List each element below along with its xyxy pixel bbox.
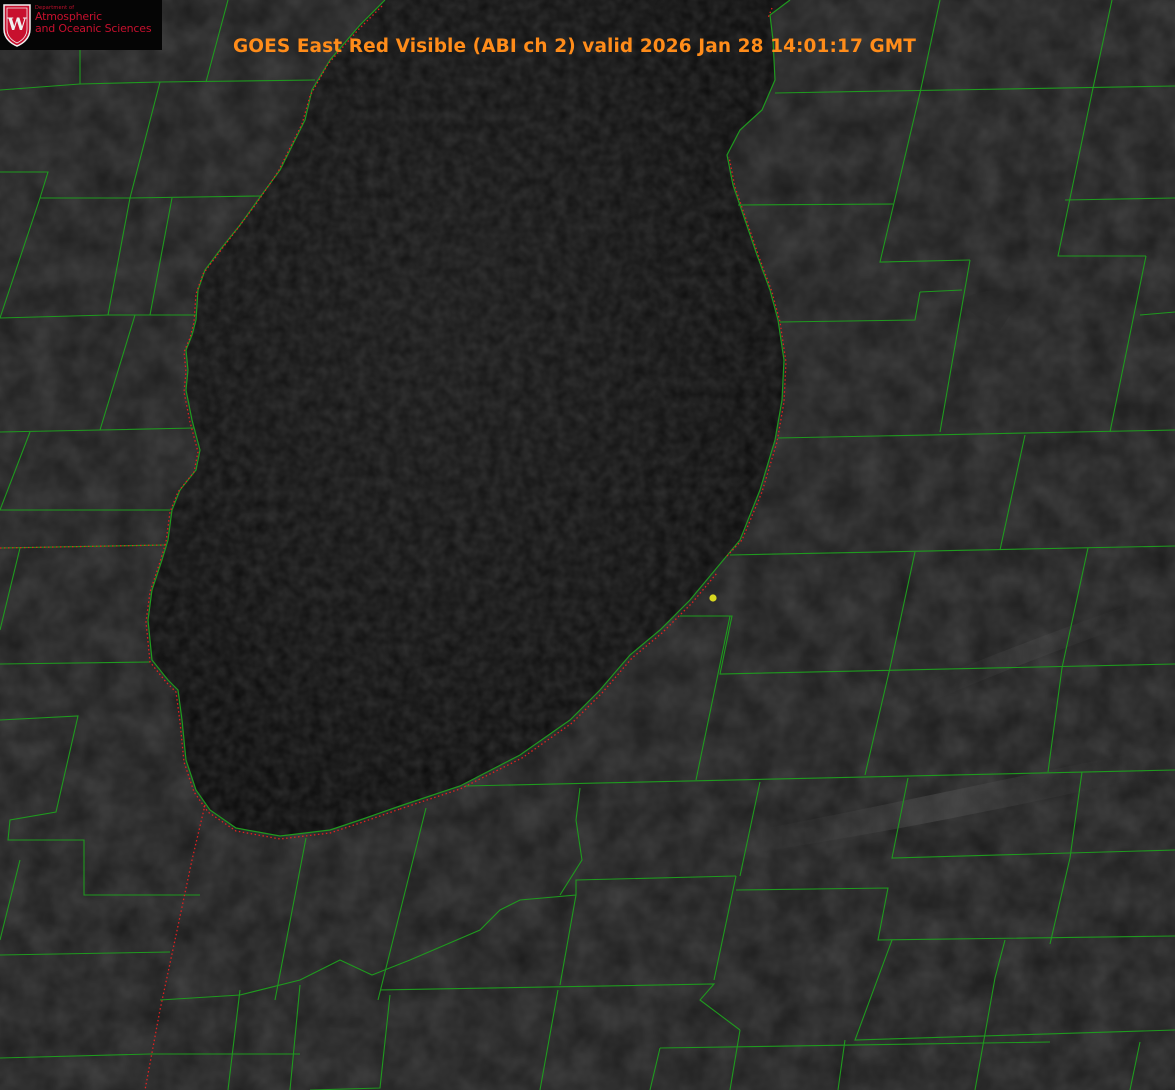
uw-aos-logo: W Department of Atmospheric and Oceanic …	[0, 0, 162, 50]
image-title: GOES East Red Visible (ABI ch 2) valid 2…	[233, 36, 916, 57]
svg-text:W: W	[6, 15, 27, 35]
crest-icon: W	[3, 4, 31, 47]
station-marker[interactable]	[709, 594, 717, 602]
satellite-map[interactable]	[0, 0, 1175, 1090]
logo-line-2: and Oceanic Sciences	[35, 21, 152, 35]
